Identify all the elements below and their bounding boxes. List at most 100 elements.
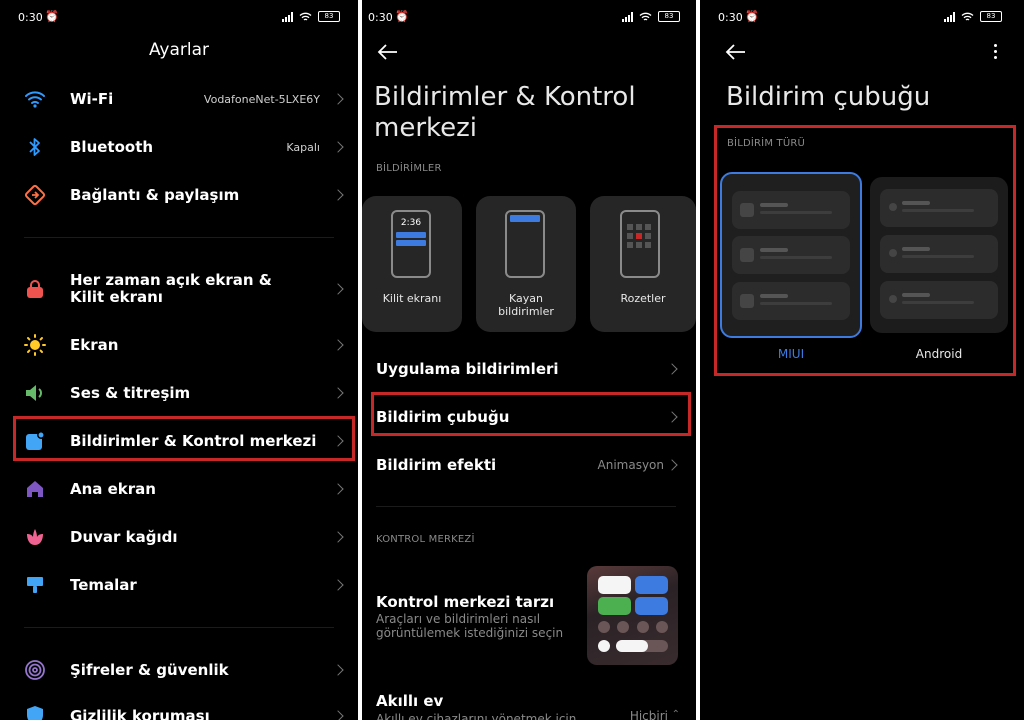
alarm-icon: ⏰ <box>45 10 59 23</box>
card-lock-screen[interactable]: 2:36 Kilit ekranı <box>362 196 462 332</box>
alarm-icon: ⏰ <box>395 10 409 23</box>
section-header-notifications: BİLDİRİMLER <box>376 163 442 174</box>
settings-item-value: VodafoneNet-5LXE6Y <box>203 92 320 106</box>
row-label: Bildirim efekti <box>376 456 497 474</box>
settings-item-label: Duvar kağıdı <box>70 528 178 546</box>
settings-item-passwords-security[interactable]: Şifreler & güvenlik <box>0 650 358 690</box>
settings-item-label: Şifreler & güvenlik <box>70 661 229 679</box>
settings-item-label: Ana ekran <box>70 480 156 498</box>
settings-screen: 0:30 ⏰ 83 Ayarlar Wi-Fi VodafoneNet-5LXE… <box>0 0 358 720</box>
row-app-notifications[interactable]: Uygulama bildirimleri <box>362 349 696 389</box>
status-time: 0:30 <box>368 11 393 24</box>
chevron-right-icon <box>666 459 678 471</box>
row-description: Akıllı ev cihazlarını yönetmek için <box>376 712 577 720</box>
highlight-box <box>371 392 691 436</box>
wifi-status-icon <box>961 12 974 21</box>
home-icon <box>24 478 46 500</box>
battery-icon: 83 <box>980 11 1002 22</box>
sun-icon <box>24 334 46 356</box>
settings-item-sound[interactable]: Ses & titreşim <box>0 373 358 413</box>
status-time: 0:30 <box>718 11 743 24</box>
highlight-box <box>13 416 355 461</box>
status-bar: 0:30 ⏰ 83 <box>18 10 340 26</box>
row-smart-home[interactable]: Akıllı ev Akıllı ev cihazlarını yönetmek… <box>362 690 696 720</box>
notification-bar-screen: 0:30 ⏰ 83 Bildirim çubuğu BİLDİRİM TÜRÜ … <box>700 0 1024 720</box>
back-arrow-icon[interactable] <box>376 40 400 64</box>
page-title: Bildirimler & Kontrol merkezi <box>374 82 636 143</box>
page-title: Ayarlar <box>148 40 210 60</box>
settings-item-wallpaper[interactable]: Duvar kağıdı <box>0 517 358 557</box>
card-floating-notifications[interactable]: Kayan bildirimler <box>476 196 576 332</box>
status-bar: 0:30 ⏰ 83 <box>368 10 680 26</box>
settings-item-label: Gizlilik koruması <box>70 707 210 720</box>
row-control-center-style[interactable]: Kontrol merkezi tarzı Araçları ve bildir… <box>362 566 696 666</box>
signal-icon <box>622 11 633 22</box>
chevron-right-icon <box>332 664 344 676</box>
settings-item-label: Ses & titreşim <box>70 384 191 402</box>
settings-item-lock-screen[interactable]: Her zaman açık ekran & Kilit ekranı <box>0 266 358 312</box>
wifi-status-icon <box>299 12 312 21</box>
chevron-right-icon <box>332 141 344 153</box>
row-label: Akıllı ev <box>376 692 444 710</box>
settings-item-wifi[interactable]: Wi-Fi VodafoneNet-5LXE6Y <box>0 79 358 119</box>
connection-share-icon <box>24 184 46 206</box>
notifications-control-screen: 0:30 ⏰ 83 Bildirimler & Kontrol merkezi … <box>362 0 696 720</box>
chevron-right-icon <box>332 531 344 543</box>
chevron-updown-icon: ⌃ <box>671 709 680 720</box>
settings-item-privacy[interactable]: Gizlilik koruması <box>0 696 358 720</box>
settings-item-home-screen[interactable]: Ana ekran <box>0 469 358 509</box>
preview-clock: 2:36 <box>400 218 422 228</box>
settings-item-label: Her zaman açık ekran & Kilit ekranı <box>70 271 272 306</box>
row-notification-effect[interactable]: Bildirim efekti Animasyon <box>362 445 696 485</box>
divider <box>24 237 334 238</box>
speaker-icon <box>24 382 46 404</box>
status-time: 0:30 <box>18 11 43 24</box>
signal-icon <box>282 11 293 22</box>
chevron-right-icon <box>332 283 344 295</box>
row-value: Hiçbiri <box>629 709 668 720</box>
more-options-icon[interactable] <box>994 44 998 59</box>
flower-icon <box>24 526 46 548</box>
fingerprint-icon <box>24 659 46 681</box>
settings-item-themes[interactable]: Temalar <box>0 565 358 605</box>
settings-item-display[interactable]: Ekran <box>0 325 358 365</box>
divider <box>24 627 334 628</box>
phone-preview <box>620 210 660 278</box>
settings-item-label: Bağlantı & paylaşım <box>70 186 240 204</box>
chevron-right-icon <box>332 189 344 201</box>
card-label: Kayan bildirimler <box>498 292 554 318</box>
settings-item-label: Ekran <box>70 336 119 354</box>
chevron-right-icon <box>332 387 344 399</box>
chevron-right-icon <box>332 483 344 495</box>
settings-item-connection-share[interactable]: Bağlantı & paylaşım <box>0 175 358 215</box>
control-center-preview <box>587 566 678 665</box>
page-title: Bildirim çubuğu <box>726 82 931 112</box>
battery-icon: 83 <box>658 11 680 22</box>
wifi-status-icon <box>639 12 652 21</box>
highlight-box <box>714 125 1016 376</box>
row-description: Araçları ve bildirimleri nasıl görüntüle… <box>376 612 564 640</box>
card-label: Kilit ekranı <box>382 292 442 305</box>
shield-icon <box>24 705 46 720</box>
settings-item-value: Kapalı <box>286 140 320 154</box>
back-arrow-icon[interactable] <box>724 40 748 64</box>
section-header-control-center: KONTROL MERKEZİ <box>376 534 475 545</box>
row-label: Kontrol merkezi tarzı <box>376 593 555 611</box>
card-badges[interactable]: Rozetler <box>590 196 696 332</box>
alarm-icon: ⏰ <box>745 10 759 23</box>
lock-icon <box>24 278 46 300</box>
bluetooth-icon <box>24 136 46 158</box>
row-label: Uygulama bildirimleri <box>376 360 559 378</box>
battery-icon: 83 <box>318 11 340 22</box>
brush-icon <box>24 574 46 596</box>
signal-icon <box>944 11 955 22</box>
settings-item-label: Bluetooth <box>70 138 154 156</box>
phone-preview <box>505 210 545 278</box>
divider <box>376 506 676 507</box>
wifi-icon <box>24 88 46 110</box>
row-value: Animasyon <box>597 458 665 472</box>
chevron-right-icon <box>332 579 344 591</box>
card-label: Rozetler <box>620 292 666 305</box>
phone-preview: 2:36 <box>391 210 431 278</box>
settings-item-bluetooth[interactable]: Bluetooth Kapalı <box>0 127 358 167</box>
